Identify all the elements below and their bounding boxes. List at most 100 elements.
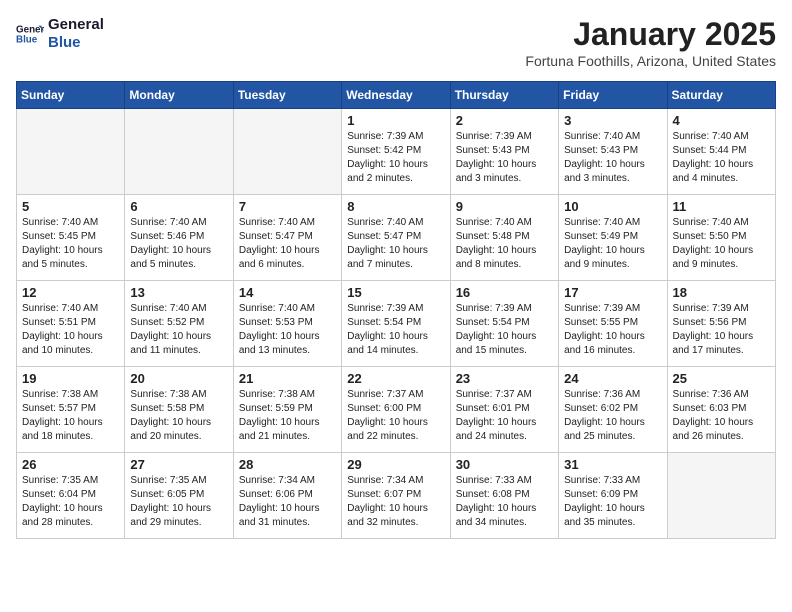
day-info: Sunrise: 7:40 AMSunset: 5:45 PMDaylight:…	[22, 216, 119, 272]
calendar-cell: 14Sunrise: 7:40 AMSunset: 5:53 PMDayligh…	[233, 281, 341, 367]
calendar-cell: 2 Sunrise: 7:39 AMSunset: 5:43 PMDaylight…	[450, 109, 558, 195]
day-info: Sunrise: 7:40 AMSunset: 5:46 PMDaylight:…	[130, 216, 227, 272]
day-info: Sunrise: 7:40 AMSunset: 5:50 PMDaylight:…	[673, 216, 770, 272]
day-info: Sunrise: 7:40 AMSunset: 5:52 PMDaylight:…	[130, 302, 227, 358]
day-number: 28	[239, 457, 336, 472]
day-info: Sunrise: 7:33 AMSunset: 6:09 PMDaylight:…	[564, 474, 661, 530]
calendar-cell: 21 Sunrise: 7:38 AMSunset: 5:59 PMDayligh…	[233, 367, 341, 453]
calendar-cell: 12Sunrise: 7:40 AMSunset: 5:51 PMDayligh…	[17, 281, 125, 367]
day-info: Sunrise: 7:33 AMSunset: 6:08 PMDaylight:…	[456, 474, 553, 530]
day-info: Sunrise: 7:40 AMSunset: 5:47 PMDaylight:…	[347, 216, 444, 272]
header-thursday: Thursday	[450, 82, 558, 109]
day-number: 3	[564, 113, 661, 128]
logo: General Blue General Blue	[16, 16, 104, 52]
day-info: Sunrise: 7:36 AMSunset: 6:03 PMDaylight:…	[673, 388, 770, 444]
day-info: Sunrise: 7:40 AMSunset: 5:44 PMDaylight:…	[673, 130, 770, 186]
calendar-cell: 4 Sunrise: 7:40 AMSunset: 5:44 PMDaylight…	[667, 109, 775, 195]
calendar-cell	[667, 453, 775, 539]
day-info: Sunrise: 7:36 AMSunset: 6:02 PMDaylight:…	[564, 388, 661, 444]
day-number: 13	[130, 285, 227, 300]
day-number: 4	[673, 113, 770, 128]
day-number: 19	[22, 371, 119, 386]
calendar-cell: 23 Sunrise: 7:37 AMSunset: 6:01 PMDayligh…	[450, 367, 558, 453]
calendar-table: SundayMondayTuesdayWednesdayThursdayFrid…	[16, 81, 776, 539]
calendar-cell: 20Sunrise: 7:38 AMSunset: 5:58 PMDayligh…	[125, 367, 233, 453]
calendar-cell: 19 Sunrise: 7:38 AMSunset: 5:57 PMDayligh…	[17, 367, 125, 453]
day-info: Sunrise: 7:39 AMSunset: 5:54 PMDaylight:…	[347, 302, 444, 358]
day-number: 6	[130, 199, 227, 214]
week-row-1: 1 Sunrise: 7:39 AMSunset: 5:42 PMDaylight…	[17, 109, 776, 195]
day-number: 24	[564, 371, 661, 386]
day-number: 23	[456, 371, 553, 386]
calendar-cell: 26Sunrise: 7:35 AMSunset: 6:04 PMDayligh…	[17, 453, 125, 539]
day-number: 25	[673, 371, 770, 386]
day-info: Sunrise: 7:37 AMSunset: 6:00 PMDaylight:…	[347, 388, 444, 444]
calendar-header-row: SundayMondayTuesdayWednesdayThursdayFrid…	[17, 82, 776, 109]
day-info: Sunrise: 7:37 AMSunset: 6:01 PMDaylight:…	[456, 388, 553, 444]
calendar-cell: 11 Sunrise: 7:40 AMSunset: 5:50 PMDayligh…	[667, 195, 775, 281]
header-friday: Friday	[559, 82, 667, 109]
week-row-3: 12Sunrise: 7:40 AMSunset: 5:51 PMDayligh…	[17, 281, 776, 367]
page-header: General Blue General Blue January 2025 F…	[16, 16, 776, 69]
calendar-cell	[125, 109, 233, 195]
day-number: 17	[564, 285, 661, 300]
calendar-cell: 25 Sunrise: 7:36 AMSunset: 6:03 PMDayligh…	[667, 367, 775, 453]
calendar-cell: 8 Sunrise: 7:40 AMSunset: 5:47 PMDaylight…	[342, 195, 450, 281]
calendar-cell	[17, 109, 125, 195]
day-number: 31	[564, 457, 661, 472]
day-info: Sunrise: 7:39 AMSunset: 5:43 PMDaylight:…	[456, 130, 553, 186]
week-row-4: 19 Sunrise: 7:38 AMSunset: 5:57 PMDayligh…	[17, 367, 776, 453]
day-number: 16	[456, 285, 553, 300]
calendar-cell: 9 Sunrise: 7:40 AMSunset: 5:48 PMDaylight…	[450, 195, 558, 281]
day-number: 8	[347, 199, 444, 214]
calendar-cell	[233, 109, 341, 195]
day-number: 9	[456, 199, 553, 214]
day-number: 22	[347, 371, 444, 386]
calendar-cell: 22 Sunrise: 7:37 AMSunset: 6:00 PMDayligh…	[342, 367, 450, 453]
header-tuesday: Tuesday	[233, 82, 341, 109]
calendar-cell: 17Sunrise: 7:39 AMSunset: 5:55 PMDayligh…	[559, 281, 667, 367]
calendar-title: January 2025	[525, 16, 776, 53]
calendar-cell: 28 Sunrise: 7:34 AMSunset: 6:06 PMDayligh…	[233, 453, 341, 539]
day-number: 1	[347, 113, 444, 128]
day-info: Sunrise: 7:34 AMSunset: 6:06 PMDaylight:…	[239, 474, 336, 530]
day-info: Sunrise: 7:40 AMSunset: 5:43 PMDaylight:…	[564, 130, 661, 186]
svg-text:Blue: Blue	[16, 34, 38, 45]
calendar-cell: 31 Sunrise: 7:33 AMSunset: 6:09 PMDayligh…	[559, 453, 667, 539]
day-number: 11	[673, 199, 770, 214]
calendar-cell: 24 Sunrise: 7:36 AMSunset: 6:02 PMDayligh…	[559, 367, 667, 453]
logo-icon: General Blue	[16, 20, 44, 48]
day-info: Sunrise: 7:38 AMSunset: 5:59 PMDaylight:…	[239, 388, 336, 444]
day-number: 5	[22, 199, 119, 214]
day-number: 30	[456, 457, 553, 472]
day-info: Sunrise: 7:39 AMSunset: 5:42 PMDaylight:…	[347, 130, 444, 186]
day-info: Sunrise: 7:40 AMSunset: 5:47 PMDaylight:…	[239, 216, 336, 272]
day-number: 2	[456, 113, 553, 128]
day-info: Sunrise: 7:40 AMSunset: 5:51 PMDaylight:…	[22, 302, 119, 358]
logo-line1: General	[48, 16, 104, 34]
calendar-cell: 13 Sunrise: 7:40 AMSunset: 5:52 PMDayligh…	[125, 281, 233, 367]
calendar-subtitle: Fortuna Foothills, Arizona, United State…	[525, 53, 776, 69]
calendar-cell: 7 Sunrise: 7:40 AMSunset: 5:47 PMDaylight…	[233, 195, 341, 281]
calendar-cell: 29Sunrise: 7:34 AMSunset: 6:07 PMDayligh…	[342, 453, 450, 539]
calendar-cell: 15Sunrise: 7:39 AMSunset: 5:54 PMDayligh…	[342, 281, 450, 367]
day-number: 26	[22, 457, 119, 472]
day-info: Sunrise: 7:39 AMSunset: 5:54 PMDaylight:…	[456, 302, 553, 358]
logo-line2: Blue	[48, 34, 104, 52]
header-monday: Monday	[125, 82, 233, 109]
day-info: Sunrise: 7:40 AMSunset: 5:48 PMDaylight:…	[456, 216, 553, 272]
day-info: Sunrise: 7:38 AMSunset: 5:58 PMDaylight:…	[130, 388, 227, 444]
calendar-cell: 1 Sunrise: 7:39 AMSunset: 5:42 PMDaylight…	[342, 109, 450, 195]
day-number: 7	[239, 199, 336, 214]
calendar-cell: 27Sunrise: 7:35 AMSunset: 6:05 PMDayligh…	[125, 453, 233, 539]
header-saturday: Saturday	[667, 82, 775, 109]
day-number: 21	[239, 371, 336, 386]
calendar-cell: 3 Sunrise: 7:40 AMSunset: 5:43 PMDaylight…	[559, 109, 667, 195]
calendar-cell: 18Sunrise: 7:39 AMSunset: 5:56 PMDayligh…	[667, 281, 775, 367]
day-info: Sunrise: 7:34 AMSunset: 6:07 PMDaylight:…	[347, 474, 444, 530]
day-number: 10	[564, 199, 661, 214]
day-info: Sunrise: 7:39 AMSunset: 5:56 PMDaylight:…	[673, 302, 770, 358]
day-number: 14	[239, 285, 336, 300]
day-info: Sunrise: 7:38 AMSunset: 5:57 PMDaylight:…	[22, 388, 119, 444]
header-wednesday: Wednesday	[342, 82, 450, 109]
